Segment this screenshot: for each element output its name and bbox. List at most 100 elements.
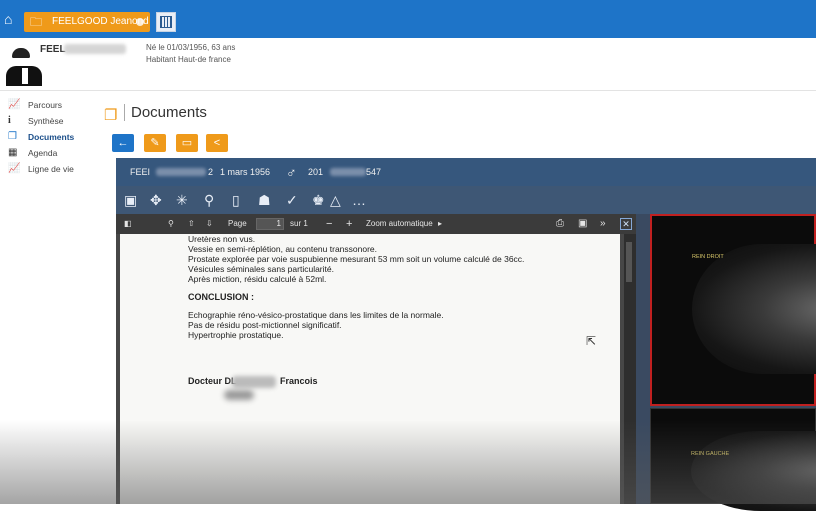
folder-icon: 🗀 bbox=[30, 15, 43, 29]
stethoscope-icon[interactable]: ♚ bbox=[312, 186, 325, 214]
cursor-icon: ⇱ bbox=[586, 334, 597, 348]
document-page: Uretères non vus. Vessie en semi-répléti… bbox=[120, 234, 620, 504]
image-overlay bbox=[651, 409, 815, 425]
zoom-in-button[interactable]: + bbox=[346, 214, 352, 234]
patient-birth: Né le 01/03/1956, 63 ans bbox=[146, 43, 236, 52]
documents-icon: ❐ bbox=[104, 107, 118, 124]
male-icon: ♂ bbox=[286, 164, 297, 180]
avatar-hair bbox=[12, 48, 30, 58]
sidebar-toggle-icon[interactable]: ◧ bbox=[124, 214, 132, 234]
chart-icon: 📈 bbox=[8, 99, 21, 110]
conclusion-heading: CONCLUSION : bbox=[188, 292, 254, 302]
zoom-select[interactable]: Zoom automatique bbox=[366, 214, 433, 234]
ruler-icon[interactable]: ▯ bbox=[232, 186, 240, 214]
patient-location: Habitant Haut-de france bbox=[146, 55, 231, 64]
sidebar-item-label: Ligne de vie bbox=[28, 164, 74, 174]
viewer-id-end: 547 bbox=[366, 167, 382, 177]
sidebar-item-documents[interactable]: ❐ Documents bbox=[8, 130, 98, 144]
report-line: Après miction, résidu calculé à 52ml. bbox=[188, 274, 327, 284]
patient-name-redacted bbox=[64, 44, 126, 54]
scrollbar[interactable] bbox=[624, 234, 636, 504]
sidebar-item-label: Documents bbox=[28, 132, 75, 142]
page-title: Documents bbox=[124, 104, 207, 121]
pdf-toolbar: ◧ ⚲ ⇧ ⇩ Page 1 sur 1 − + Zoom automatiqu… bbox=[116, 214, 636, 234]
page-label: Page bbox=[228, 219, 247, 228]
document-viewer: FEEI 2 1 mars 1956 ♂ 201 547 ▣ ✥ ✳ ⚲ ▯ ☗… bbox=[116, 158, 816, 511]
more-icon[interactable]: … bbox=[352, 186, 366, 214]
previous-page-icon[interactable]: ⇧ bbox=[188, 214, 195, 234]
brightness-icon[interactable]: ✳ bbox=[176, 186, 188, 214]
signature bbox=[224, 390, 254, 400]
share-button[interactable]: < bbox=[206, 134, 228, 152]
viewer-patient-name: FEEI bbox=[130, 167, 151, 177]
close-tab-icon[interactable] bbox=[136, 18, 144, 26]
report-line: Vésicules séminales sans particularité. bbox=[188, 264, 334, 274]
annotation-icon[interactable]: ☗ bbox=[258, 186, 271, 214]
zoom-icon[interactable]: ⚲ bbox=[204, 186, 214, 214]
doctor-name: Docteur DL bbox=[188, 376, 237, 386]
conclusion-line: Echographie réno-vésico-prostatique dans… bbox=[188, 310, 444, 320]
report-line: Uretères non vus. bbox=[188, 234, 256, 244]
image-label: REIN DROIT bbox=[692, 254, 724, 260]
viewer-name-suffix: 2 bbox=[208, 167, 214, 177]
viewer-id-redacted bbox=[330, 168, 366, 176]
image-overlay bbox=[652, 216, 814, 232]
patient-header: FEEL Né le 01/03/1956, 63 ans Habitant H… bbox=[0, 38, 816, 91]
viewer-birthdate: 1 mars 1956 bbox=[220, 167, 271, 177]
sidebar: 📈 Parcours i Synthèse ❐ Documents ▦ Agen… bbox=[0, 90, 100, 504]
sidebar-item-label: Agenda bbox=[28, 148, 58, 158]
ultrasound-image-right-kidney[interactable]: REIN DROIT bbox=[650, 214, 816, 406]
report-line: Prostate explorée par voie suspubienne m… bbox=[188, 254, 525, 264]
chart-icon: 📈 bbox=[8, 163, 21, 174]
conclusion-line: Hypertrophie prostatique. bbox=[188, 330, 284, 340]
pdf-viewer: ◧ ⚲ ⇧ ⇩ Page 1 sur 1 − + Zoom automatiqu… bbox=[116, 214, 636, 504]
close-icon[interactable]: ✕ bbox=[620, 218, 632, 230]
ultrasound-image-left-kidney[interactable]: REIN GAUCHE bbox=[650, 408, 816, 511]
sidebar-item-synthese[interactable]: i Synthèse bbox=[8, 114, 98, 128]
documents-icon: ❐ bbox=[8, 131, 17, 142]
avatar-tie bbox=[22, 68, 28, 84]
viewer-header: FEEI 2 1 mars 1956 ♂ 201 547 bbox=[116, 158, 816, 186]
more-tools-icon[interactable]: » bbox=[600, 214, 606, 234]
search-icon[interactable]: ⚲ bbox=[168, 214, 174, 234]
open-button[interactable]: ▭ bbox=[176, 134, 198, 152]
move-icon[interactable]: ✥ bbox=[150, 186, 162, 214]
clipboard-icon[interactable]: ▣ bbox=[124, 186, 137, 214]
conclusion-line: Pas de résidu post-mictionnel significat… bbox=[188, 320, 342, 330]
calendar-icon bbox=[160, 16, 172, 28]
sidebar-item-agenda[interactable]: ▦ Agenda bbox=[8, 146, 98, 160]
patient-tab-label: FEELGOOD Jeanond bbox=[52, 16, 149, 27]
page-count: sur 1 bbox=[290, 219, 308, 228]
page-number-input[interactable]: 1 bbox=[256, 218, 284, 230]
patient-name: FEEL bbox=[40, 44, 66, 55]
scrollbar-thumb[interactable] bbox=[626, 242, 632, 282]
top-bar: ⌂ 🗀 FEELGOOD Jeanond bbox=[0, 0, 816, 38]
check-icon[interactable]: ✓ bbox=[286, 186, 298, 214]
download-icon[interactable]: ▣ bbox=[578, 214, 587, 234]
back-button[interactable]: ← bbox=[112, 134, 134, 152]
viewer-toolbar: ▣ ✥ ✳ ⚲ ▯ ☗ ✓ ♚ △ … bbox=[116, 186, 816, 214]
next-page-icon[interactable]: ⇩ bbox=[206, 214, 213, 234]
image-label: REIN GAUCHE bbox=[691, 451, 730, 457]
scan-area bbox=[691, 431, 816, 511]
patient-tab[interactable]: 🗀 FEELGOOD Jeanond bbox=[24, 12, 150, 32]
calendar-icon: ▦ bbox=[8, 147, 18, 158]
edit-button[interactable]: ✎ bbox=[144, 134, 166, 152]
sidebar-item-parcours[interactable]: 📈 Parcours bbox=[8, 98, 98, 112]
info-icon: i bbox=[8, 115, 11, 126]
report-line: Vessie en semi-réplétion, au contenu tra… bbox=[188, 244, 378, 254]
zoom-out-button[interactable]: − bbox=[326, 214, 332, 234]
calendar-button[interactable] bbox=[156, 12, 176, 32]
viewer-name-redacted bbox=[156, 168, 206, 176]
sidebar-item-label: Parcours bbox=[28, 100, 63, 110]
scan-area bbox=[692, 244, 816, 374]
home-icon[interactable]: ⌂ bbox=[4, 12, 20, 26]
chevron-down-icon[interactable]: ▸ bbox=[438, 214, 442, 234]
doctor-first-name: Francois bbox=[280, 376, 318, 386]
print-icon[interactable]: ⎙ bbox=[556, 214, 564, 234]
sidebar-item-ligne-de-vie[interactable]: 📈 Ligne de vie bbox=[8, 162, 98, 176]
viewer-id-start: 201 bbox=[308, 167, 324, 177]
triangle-icon[interactable]: △ bbox=[330, 186, 341, 214]
sidebar-item-label: Synthèse bbox=[28, 116, 64, 126]
doctor-name-redacted bbox=[232, 376, 276, 388]
